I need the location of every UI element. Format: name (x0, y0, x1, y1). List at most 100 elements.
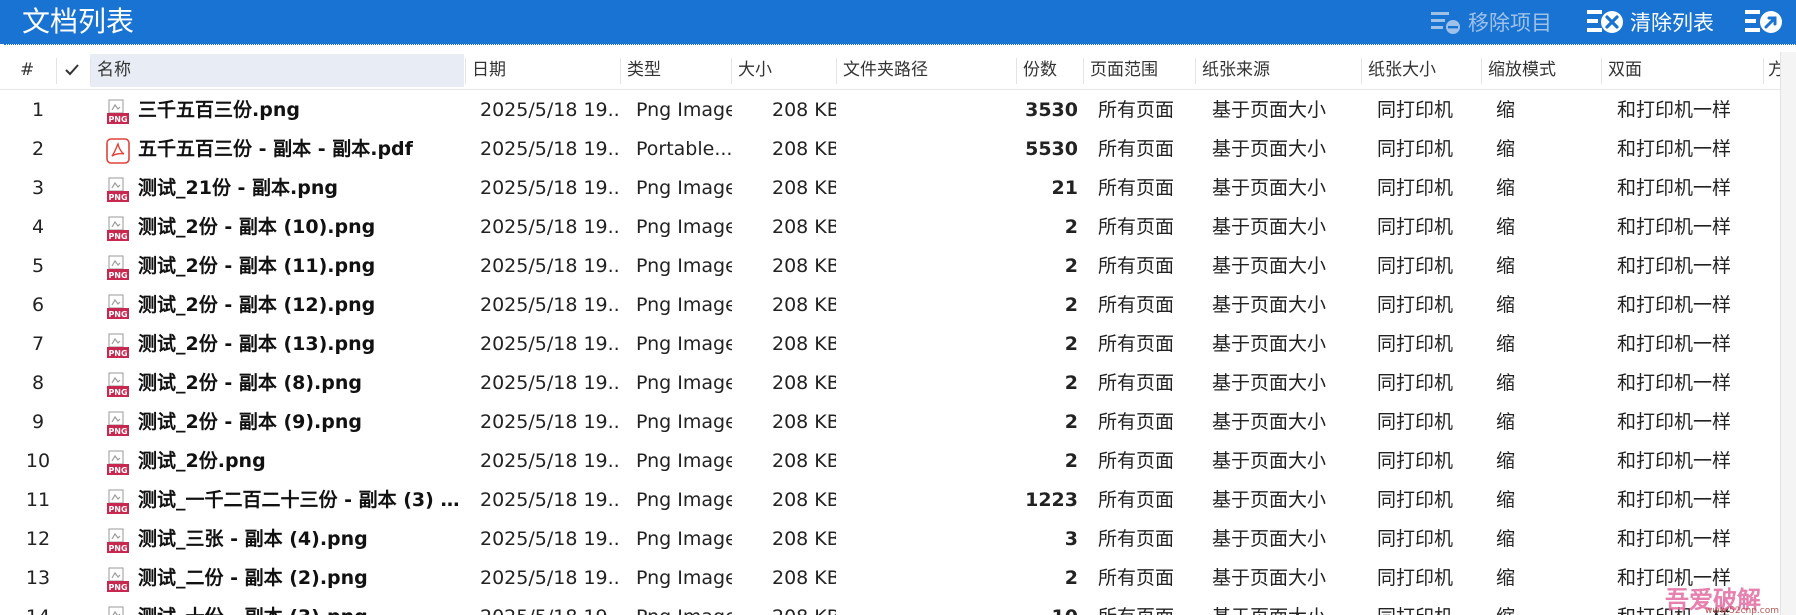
clear-list-icon (1587, 10, 1623, 33)
col-check-header[interactable] (64, 52, 80, 89)
col-size-header[interactable]: 大小 (738, 52, 772, 89)
column-separator[interactable] (1601, 58, 1602, 84)
column-separator[interactable] (731, 58, 732, 84)
row-index: 8 (31, 372, 45, 394)
export-button[interactable] (1744, 6, 1790, 38)
png-file-icon: PNG (107, 294, 129, 319)
table-row[interactable]: PNG 8 测试_2份 - 副本 (8).png 2025/5/18 19... Png… (0, 364, 1796, 403)
file-date: 2025/5/18 19... (480, 372, 620, 394)
file-name: 测试_2份 - 副本 (10).png (138, 216, 376, 238)
file-type: Png Image (636, 216, 732, 238)
svg-text:PNG: PNG (108, 232, 127, 241)
paper-size: 同打印机 (1377, 489, 1454, 511)
file-type: Png Image (636, 99, 732, 121)
table-row[interactable]: PNG 14 测试_十份 - 副本 (3).png 2025/5/18 19... Pn… (0, 598, 1796, 615)
column-separator[interactable] (1763, 58, 1764, 84)
table-row[interactable]: PNG 5 测试_2份 - 副本 (11).png 2025/5/18 19... Pn… (0, 247, 1796, 286)
table-row[interactable]: PNG 4 测试_2份 - 副本 (10).png 2025/5/18 19... Pn… (0, 208, 1796, 247)
file-size: 208 KB (772, 216, 836, 238)
page-range: 所有页面 (1098, 411, 1175, 433)
copies-count: 21 (1051, 177, 1078, 199)
clear-list-button[interactable]: 清除列表 (1586, 6, 1714, 38)
row-index: 4 (31, 216, 45, 238)
copies-count: 10 (1020, 598, 1078, 615)
table-row[interactable]: PNG 9 测试_2份 - 副本 (9).png 2025/5/18 19... Png… (0, 403, 1796, 442)
col-paper-source-header[interactable]: 纸张来源 (1202, 52, 1270, 89)
file-size: 208 KB (772, 99, 836, 121)
page-range: 所有页面 (1098, 489, 1175, 511)
clear-list-label: 清除列表 (1630, 11, 1714, 35)
paper-source: 基于页面大小 (1212, 177, 1327, 199)
col-date-header[interactable]: 日期 (472, 52, 506, 89)
file-name: 测试_三张 - 副本 (4).png (138, 528, 368, 550)
file-size: 208 KB (772, 177, 836, 199)
remove-item-label: 移除项目 (1468, 11, 1552, 35)
page-range: 所有页面 (1098, 528, 1175, 550)
table-row[interactable]: PNG 1 三千五百三份.png 2025/5/18 19... Png Image 20… (0, 91, 1796, 130)
column-separator[interactable] (1195, 58, 1196, 84)
page-range: 所有页面 (1098, 372, 1175, 394)
column-separator[interactable] (90, 58, 91, 84)
column-separator[interactable] (620, 58, 621, 84)
table-row[interactable]: PNG 6 测试_2份 - 副本 (12).png 2025/5/18 19... Pn… (0, 286, 1796, 325)
table-row[interactable]: PNG 7 测试_2份 - 副本 (13).png 2025/5/18 19... Pn… (0, 325, 1796, 364)
document-table-body: PNG 1 三千五百三份.png 2025/5/18 19... Png Image 20… (0, 91, 1796, 615)
column-separator[interactable] (1481, 58, 1482, 84)
paper-size: 同打印机 (1377, 372, 1454, 394)
duplex-mode: 和打印机一样 (1617, 216, 1732, 238)
page-range: 所有页面 (1098, 450, 1175, 472)
copies-count: 1223 (1025, 489, 1078, 511)
remove-item-button[interactable]: 移除项目 (1430, 6, 1552, 38)
duplex-mode: 和打印机一样 (1617, 177, 1732, 199)
paper-size: 同打印机 (1377, 598, 1481, 615)
col-paper-size-header[interactable]: 纸张大小 (1368, 52, 1436, 89)
file-date: 2025/5/18 19... (480, 255, 620, 277)
vertical-scrollbar[interactable] (1780, 52, 1796, 615)
col-index-header[interactable]: # (20, 52, 34, 89)
col-scale-mode-header[interactable]: 缩放模式 (1488, 52, 1556, 89)
table-row[interactable]: PNG 10 测试_2份.png 2025/5/18 19... Png Image 20… (0, 442, 1796, 481)
file-type: Portable... (636, 138, 732, 160)
file-date: 2025/5/18 19... (480, 138, 620, 160)
scale-mode: 缩 (1496, 489, 1516, 511)
table-row[interactable]: PNG 12 测试_三张 - 副本 (4).png 2025/5/18 19... Pn… (0, 520, 1796, 559)
column-separator[interactable] (1016, 58, 1017, 84)
file-name: 测试_21份 - 副本.png (138, 177, 339, 199)
column-separator[interactable] (465, 58, 466, 84)
paper-source: 基于页面大小 (1212, 528, 1327, 550)
paper-size: 同打印机 (1377, 255, 1454, 277)
col-name-header[interactable]: 名称 (97, 52, 131, 89)
file-date: 2025/5/18 19... (480, 567, 620, 589)
col-type-header[interactable]: 类型 (627, 52, 661, 89)
file-name: 测试_2份 - 副本 (12).png (138, 294, 376, 316)
col-duplex-header[interactable]: 双面 (1608, 52, 1642, 89)
file-date: 2025/5/18 19... (480, 411, 620, 433)
table-row[interactable]: PNG 13 测试_二份 - 副本 (2).png 2025/5/18 19... Pn… (0, 559, 1796, 598)
col-folder-header[interactable]: 文件夹路径 (843, 52, 928, 89)
page-range: 所有页面 (1098, 177, 1175, 199)
file-type: Png Image (636, 411, 732, 433)
column-separator[interactable] (56, 58, 57, 84)
column-separator[interactable] (1083, 58, 1084, 84)
file-type: Png Image (636, 567, 732, 589)
paper-source: 基于页面大小 (1212, 372, 1327, 394)
png-file-icon: PNG (107, 99, 129, 124)
file-date: 2025/5/18 19... (480, 450, 620, 472)
table-row[interactable]: 2 五千五百三份 - 副本 - 副本.pdf 2025/5/18 19... Port… (0, 130, 1796, 169)
table-row[interactable]: PNG 3 测试_21份 - 副本.png 2025/5/18 19... Png Im… (0, 169, 1796, 208)
col-page-range-header[interactable]: 页面范围 (1090, 52, 1158, 89)
svg-text:PNG: PNG (108, 271, 127, 280)
svg-text:PNG: PNG (108, 349, 127, 358)
table-row[interactable]: PNG 11 测试_一千二百二十三份 - 副本 (3) -... 2025/5/18 … (0, 481, 1796, 520)
svg-text:PNG: PNG (108, 544, 127, 553)
col-copies-header[interactable]: 份数 (1023, 52, 1057, 89)
column-separator[interactable] (1361, 58, 1362, 84)
duplex-mode: 和打印机一样 (1617, 333, 1732, 355)
scale-mode: 缩 (1496, 138, 1516, 160)
scale-mode: 缩 (1496, 177, 1516, 199)
file-size: 208 KB (772, 255, 836, 277)
column-separator[interactable] (836, 58, 837, 84)
file-name: 测试_一千二百二十三份 - 副本 (3) -... (138, 489, 460, 511)
copies-count: 2 (1064, 255, 1078, 277)
png-file-icon: PNG (107, 411, 129, 436)
